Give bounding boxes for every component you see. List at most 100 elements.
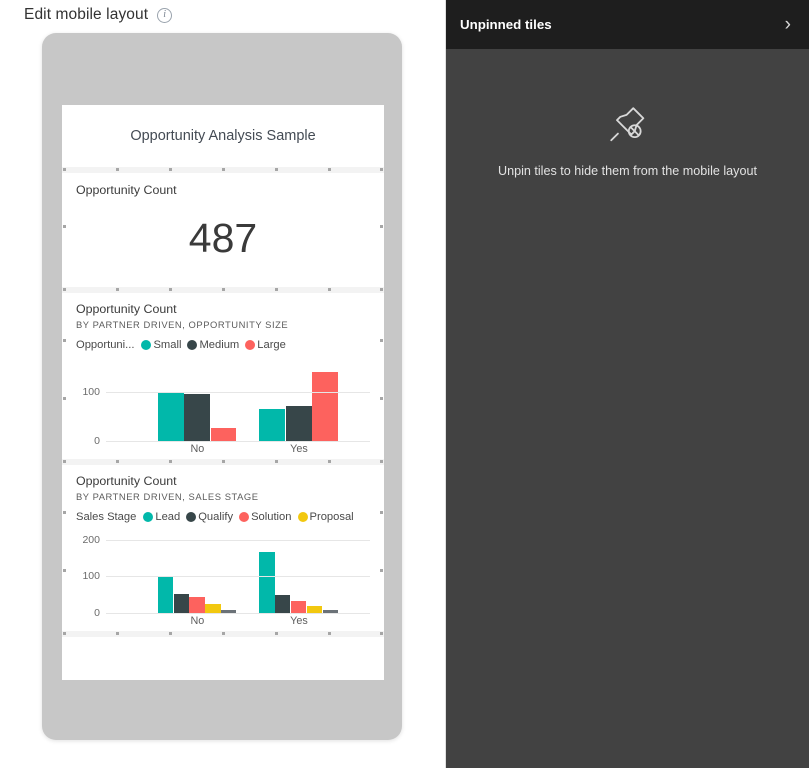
tile-chart-region[interactable] <box>62 637 384 680</box>
bar[interactable] <box>291 600 307 613</box>
gridline <box>106 391 370 393</box>
grid-dots <box>62 288 384 292</box>
legend-title: Opportuni... <box>76 338 135 351</box>
x-axis-tick: No <box>190 614 205 627</box>
bar[interactable] <box>285 406 312 441</box>
bar[interactable] <box>259 551 275 613</box>
y-axis-tick: 100 <box>82 570 100 583</box>
legend-label: Proposal <box>309 510 354 523</box>
bar[interactable] <box>157 576 174 613</box>
report-title-text: Opportunity Analysis Sample <box>130 128 316 144</box>
legend-item[interactable]: Lead <box>143 511 180 523</box>
unpinned-empty-state: Unpin tiles to hide them from the mobile… <box>446 101 809 178</box>
grid-dot <box>63 397 66 400</box>
bars-layer <box>106 535 370 613</box>
grid-dot <box>380 511 383 514</box>
x-axis-tick: Yes <box>290 442 308 455</box>
bar[interactable] <box>210 428 237 441</box>
legend-title: Sales Stage <box>76 510 137 523</box>
unpinned-empty-message: Unpin tiles to hide them from the mobile… <box>497 164 757 178</box>
grid-dots <box>62 632 384 636</box>
legend-swatch-icon <box>187 339 198 350</box>
legend-swatch-icon <box>239 511 250 522</box>
y-axis: 0 100 <box>76 363 104 447</box>
grid-dot <box>63 511 66 514</box>
legend-swatch-icon <box>186 511 197 522</box>
grid-dot <box>63 569 66 572</box>
unpinned-panel-header: Unpinned tiles › <box>446 0 809 49</box>
y-axis-tick: 0 <box>94 434 100 447</box>
legend-item[interactable]: Large <box>245 339 286 351</box>
tile-subheading: BY PARTNER DRIVEN, SALES STAGE <box>76 490 259 502</box>
grid-dot <box>380 339 383 342</box>
tile-heading: Opportunity Count <box>76 183 177 197</box>
x-axis-tick: Yes <box>290 614 308 627</box>
bar[interactable] <box>259 408 286 441</box>
legend-item[interactable]: Qualify <box>186 511 233 523</box>
legend-item[interactable]: Medium <box>187 339 239 351</box>
bar-chart-plot: 0 100 No Yes <box>76 363 370 455</box>
tile-report-title[interactable]: Opportunity Analysis Sample <box>62 105 384 167</box>
editor-header: Edit mobile layout i <box>24 6 173 24</box>
legend-item[interactable]: Small <box>141 339 181 351</box>
legend-label: Solution <box>251 510 292 523</box>
y-axis-tick: 0 <box>94 606 100 619</box>
legend-swatch-icon <box>245 339 256 350</box>
x-axis-labels: No Yes <box>106 443 370 458</box>
grid-dot <box>380 225 383 228</box>
card-value: 487 <box>188 214 258 261</box>
bar[interactable] <box>184 393 210 441</box>
grid-dots <box>62 168 384 172</box>
bars-layer <box>106 363 370 441</box>
phone-screen: Opportunity Analysis Sample Opportunity … <box>62 105 384 680</box>
bar[interactable] <box>312 372 338 441</box>
legend-swatch-icon <box>143 511 154 522</box>
grid-dot <box>380 397 383 400</box>
plot-area <box>106 535 370 614</box>
bar[interactable] <box>275 595 291 613</box>
x-axis-labels: No Yes <box>106 615 370 630</box>
legend-swatch-icon <box>297 511 308 522</box>
tile-opportunity-count-card[interactable]: Opportunity Count 487 <box>62 173 384 287</box>
legend-label: Qualify <box>198 510 234 523</box>
grid-dot <box>63 339 66 342</box>
tile-subheading: BY PARTNER DRIVEN, OPPORTUNITY SIZE <box>76 318 289 330</box>
chart-legend: Sales Stage Lead Qualify Solution Propos… <box>76 511 370 523</box>
plot-area <box>106 363 370 442</box>
page-title: Edit mobile layout <box>24 6 149 23</box>
gridline <box>106 440 370 442</box>
legend-item[interactable]: Proposal <box>297 510 354 523</box>
bar[interactable] <box>189 597 205 613</box>
grid-dot <box>380 569 383 572</box>
chevron-right-icon[interactable]: › <box>785 15 791 34</box>
tile-chart-opportunity-size[interactable]: Opportunity Count BY PARTNER DRIVEN, OPP… <box>62 293 384 459</box>
x-axis-tick: No <box>190 442 205 455</box>
unpin-icon <box>609 107 644 142</box>
legend-swatch-icon <box>141 339 152 350</box>
grid-dot <box>63 225 66 228</box>
edit-mobile-layout-pane: Edit mobile layout i Opportunity Analysi… <box>0 0 446 768</box>
gridline <box>106 612 370 614</box>
bar[interactable] <box>173 594 189 613</box>
gridline <box>106 576 370 578</box>
legend-label: Large <box>257 338 286 351</box>
tile-heading: Opportunity Count <box>76 302 177 316</box>
legend-label: Medium <box>199 338 240 351</box>
y-axis-tick: 200 <box>82 533 100 546</box>
bar[interactable] <box>205 604 221 613</box>
bar-chart-plot: 0 100 200 No Yes <box>76 533 370 627</box>
gridline <box>106 539 370 541</box>
unpinned-tiles-panel: Unpinned tiles › Unpin tiles to hide the… <box>446 0 809 768</box>
legend-label: Lead <box>155 510 181 523</box>
chart-legend: Opportuni... Small Medium Large <box>76 339 370 351</box>
tile-heading: Opportunity Count <box>76 474 177 488</box>
legend-label: Small <box>153 338 182 351</box>
legend-item[interactable]: Solution <box>239 510 292 523</box>
y-axis: 0 100 200 <box>76 533 104 619</box>
info-circle-icon[interactable]: i <box>157 7 173 23</box>
unpinned-panel-title: Unpinned tiles <box>460 17 552 32</box>
tile-chart-sales-stage[interactable]: Opportunity Count BY PARTNER DRIVEN, SAL… <box>62 465 384 631</box>
grid-dots <box>62 460 384 464</box>
bar[interactable] <box>157 391 184 441</box>
y-axis-tick: 100 <box>82 385 100 398</box>
